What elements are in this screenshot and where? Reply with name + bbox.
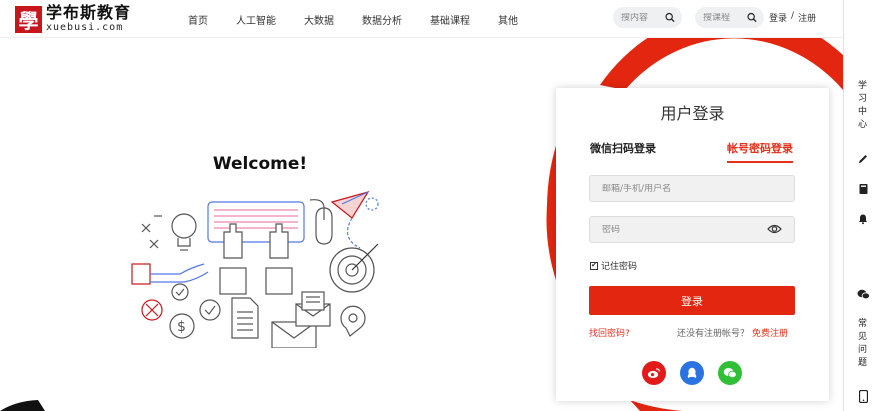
pencil-icon[interactable]: [851, 150, 875, 168]
remember-label: 记住密码: [601, 262, 638, 272]
search-icon[interactable]: [747, 12, 757, 23]
no-account-text: 还没有注册帐号？ 免费注册: [677, 326, 788, 339]
no-account-label: 还没有注册帐号？: [677, 329, 750, 339]
content-search: [613, 7, 682, 28]
tab-wechat-login[interactable]: 微信扫码登录: [590, 140, 656, 161]
header-login-link[interactable]: 登录: [769, 11, 787, 24]
password-field-wrapper: [589, 216, 795, 243]
login-title: 用户登录: [660, 104, 725, 123]
qq-login-button[interactable]: [680, 361, 704, 385]
username-field-wrapper: [589, 175, 795, 202]
right-sidebar: 学习中心 常见问题: [843, 0, 880, 411]
wechat-icon: [723, 368, 737, 378]
login-submit-button[interactable]: 登录: [589, 286, 795, 315]
book-icon[interactable]: [851, 180, 875, 198]
free-register-link[interactable]: 免费注册: [752, 329, 788, 339]
course-search-input[interactable]: [703, 12, 747, 23]
wechat-icon[interactable]: [851, 285, 875, 303]
login-card: 用户登录 微信扫码登录 帐号密码登录 ✔ 记住密码 登录 找回密码? 还没有注册…: [556, 88, 829, 401]
remember-password: ✔ 记住密码: [590, 259, 637, 272]
forgot-password-link[interactable]: 找回密码?: [589, 326, 630, 339]
weibo-login-button[interactable]: [642, 361, 666, 385]
sidebar-study-center[interactable]: 学习中心: [844, 80, 880, 132]
nav-item-home[interactable]: 首页: [188, 12, 208, 27]
sidebar-faq[interactable]: 常见问题: [844, 318, 880, 370]
site-logo[interactable]: 學 学布斯教育 xuebusi.com: [15, 4, 131, 34]
course-search: [695, 7, 764, 28]
svg-text:$: $: [177, 319, 186, 335]
auth-links: 登录 / 注册: [769, 11, 816, 24]
wechat-login-button[interactable]: [718, 361, 742, 385]
nav-item-other[interactable]: 其他: [498, 12, 518, 27]
content-search-input[interactable]: [621, 12, 665, 23]
qq-icon: [687, 367, 697, 378]
eye-icon[interactable]: [767, 223, 782, 235]
logo-name-en: xuebusi.com: [46, 22, 124, 33]
logo-seal: 學: [15, 5, 42, 33]
tab-account-login[interactable]: 帐号密码登录: [727, 140, 793, 163]
auth-separator: /: [791, 11, 795, 21]
study-center-label: 学习中心: [858, 81, 868, 130]
password-input[interactable]: [602, 224, 752, 235]
nav-item-data-analysis[interactable]: 数据分析: [362, 12, 402, 27]
header-register-link[interactable]: 注册: [798, 11, 816, 24]
welcome-illustration: $: [131, 191, 379, 348]
top-header: 學 学布斯教育 xuebusi.com 首页 人工智能 大数据 数据分析 基础课…: [0, 0, 843, 38]
phone-icon[interactable]: [851, 387, 875, 405]
login-page: 學 学布斯教育 xuebusi.com 首页 人工智能 大数据 数据分析 基础课…: [0, 0, 880, 411]
nav-item-ai[interactable]: 人工智能: [236, 12, 276, 27]
weibo-icon: [647, 368, 661, 379]
logo-name-cn: 学布斯教育: [46, 3, 132, 22]
faq-label: 常见问题: [858, 319, 868, 368]
remember-checkbox[interactable]: ✔: [590, 261, 598, 270]
search-icon[interactable]: [665, 12, 675, 23]
welcome-title: Welcome!: [212, 154, 308, 174]
bell-icon[interactable]: [851, 210, 875, 228]
username-input[interactable]: [602, 183, 752, 194]
nav-item-bigdata[interactable]: 大数据: [304, 12, 334, 27]
logo-text: 学布斯教育 xuebusi.com: [46, 5, 131, 33]
main-nav: 首页 人工智能 大数据 数据分析 基础课程 其他: [188, 0, 546, 38]
nav-item-basic-courses[interactable]: 基础课程: [430, 12, 470, 27]
